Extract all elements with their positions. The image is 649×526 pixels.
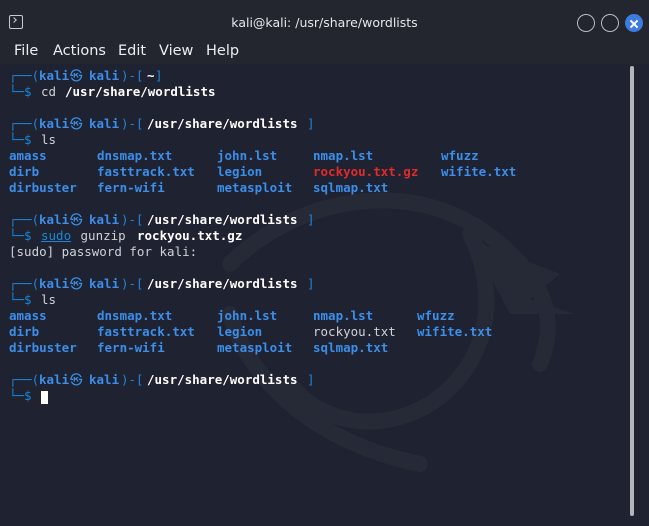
menu-actions[interactable]: Actions [53, 42, 106, 60]
prompt-line: ┌──( kali ㉿ kali )-[ /usr/share/wordlist… [9, 116, 315, 131]
prompt-line: ┌──( kali ㉿ kali )-[ /usr/share/wordlist… [9, 276, 315, 291]
menu-file[interactable]: File [14, 42, 38, 60]
ls-row: amass dnsmap.txt john.lst nmap.lst wfuzz [9, 148, 479, 163]
kali-dragon-watermark-icon [222, 192, 575, 472]
title-bar: kali@kali: /usr/share/wordlists [0, 0, 649, 42]
prompt-line: ┌──( kali ㉿ kali )-[ /usr/share/wordlist… [9, 372, 315, 387]
ls-row: dirbuster fern-wifi metasploit sqlmap.tx… [9, 180, 389, 195]
terminal-output[interactable]: ┌──( kali ㉿ kali )-[ ~ ] └─$ cd /usr/sha… [0, 64, 631, 526]
ls-row: dirb fasttrack.txt legion rockyou.txt.gz… [9, 164, 517, 179]
ls-row: dirbuster fern-wifi metasploit sqlmap.tx… [9, 340, 389, 355]
maximize-button[interactable] [601, 14, 619, 32]
command-line: └─$ ls [9, 132, 57, 147]
command-line: └─$ sudo gunzip rockyou.txt.gz [9, 228, 243, 243]
scrollbar-thumb[interactable] [630, 66, 634, 516]
menu-bar: File Actions Edit View Help [0, 42, 649, 64]
command-line: └─$ cd /usr/share/wordlists [9, 84, 216, 99]
menu-help[interactable]: Help [206, 42, 239, 60]
prompt-line: ┌──( kali ㉿ kali )-[ /usr/share/wordlist… [9, 212, 315, 227]
ls-row: amass dnsmap.txt john.lst nmap.lst wfuzz [9, 308, 455, 323]
ls-row: dirb fasttrack.txt legion rockyou.txt wi… [9, 324, 493, 339]
menu-edit[interactable]: Edit [118, 42, 146, 60]
text-cursor [41, 391, 48, 404]
command-line[interactable]: └─$ [9, 388, 54, 404]
menu-view[interactable]: View [159, 42, 193, 60]
minimize-button[interactable] [577, 14, 595, 32]
sudo-password-prompt: [sudo] password for kali: [9, 244, 198, 259]
prompt-line: ┌──( kali ㉿ kali )-[ ~ ] [9, 68, 163, 83]
close-button[interactable] [625, 14, 643, 32]
window-title: kali@kali: /usr/share/wordlists [231, 15, 418, 30]
terminal-window: kali@kali: /usr/share/wordlists File Act… [0, 0, 649, 526]
command-line: └─$ ls [9, 292, 57, 307]
